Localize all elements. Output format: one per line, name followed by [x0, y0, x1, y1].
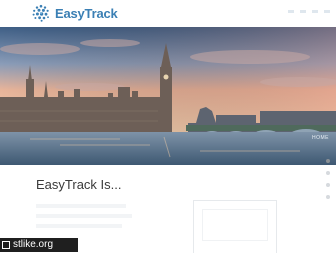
watermark: stlike.org: [0, 238, 78, 252]
river-thames: [0, 132, 336, 165]
nav-link-placeholder[interactable]: [312, 10, 318, 13]
hero-image-london: HOME: [0, 27, 336, 165]
watermark-box-icon: [2, 241, 10, 249]
big-ben-clock: [163, 74, 169, 80]
feature-card: [193, 200, 277, 253]
logo[interactable]: EasyTrack: [31, 4, 118, 22]
carousel-dot[interactable]: [326, 171, 330, 175]
nav-link-placeholder[interactable]: [300, 10, 306, 13]
carousel-dot[interactable]: [326, 195, 330, 199]
watermark-text: stlike.org: [13, 239, 54, 250]
faded-text-line: [36, 214, 132, 218]
feature-card-frame: [202, 209, 268, 241]
nav-link-placeholder[interactable]: [288, 10, 294, 13]
site-header: EasyTrack: [0, 0, 336, 27]
faded-text-line: [36, 224, 122, 228]
carousel-dots: [326, 159, 330, 207]
carousel-dot-active[interactable]: [326, 159, 330, 163]
faded-text-line: [36, 204, 126, 208]
brand-name: EasyTrack: [55, 5, 118, 21]
nav-link-placeholder[interactable]: [324, 10, 330, 13]
section-title: EasyTrack Is...: [36, 177, 122, 192]
logo-globe-icon: [32, 4, 49, 22]
hero-caption: HOME: [312, 135, 329, 141]
carousel-dot[interactable]: [326, 183, 330, 187]
